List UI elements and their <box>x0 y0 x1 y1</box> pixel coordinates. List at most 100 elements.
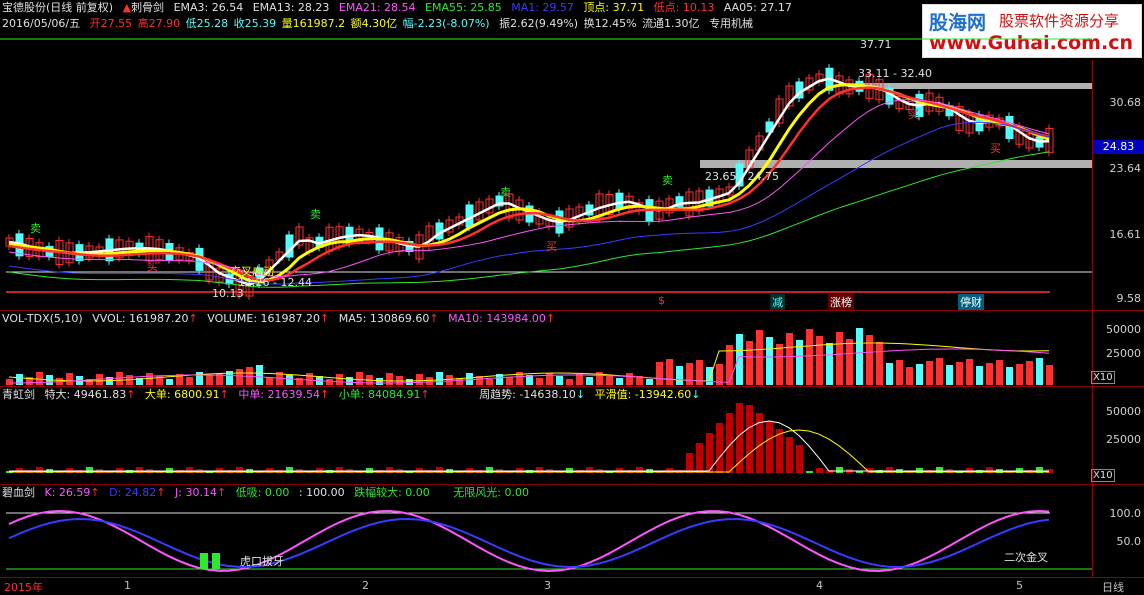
aa05-value: AA05: 27.17 <box>723 1 792 14</box>
cross-start-label: 交叉启动 <box>230 265 274 278</box>
volume-bar <box>756 330 763 385</box>
volume-bar <box>326 379 333 385</box>
volume-bar <box>436 372 443 385</box>
period-label[interactable]: 日线 <box>1102 579 1124 595</box>
volume-bar <box>336 374 343 385</box>
volume-bar <box>376 378 383 385</box>
low-value: 低点: 10.13 <box>653 1 715 14</box>
month-label: 1 <box>124 579 131 592</box>
flow-trend-line <box>9 420 1049 472</box>
flow-chart[interactable] <box>0 387 1092 485</box>
volume-bar <box>66 373 73 385</box>
volume-bar <box>926 361 933 385</box>
volume-bar <box>576 374 583 385</box>
flow-bar <box>796 445 803 473</box>
price-axis: 30.68 23.64 16.61 9.58 24.83 <box>1092 60 1144 310</box>
logo-name: 股海网 <box>929 12 987 34</box>
candle-body <box>615 192 624 210</box>
flow-bar <box>716 423 723 473</box>
flow-bar <box>746 405 753 473</box>
flow-bar <box>696 443 703 473</box>
kdj-j-line <box>8 509 1050 572</box>
vol-tick: 50000 <box>1106 323 1141 336</box>
volume-axis: 50000 25000 X10 <box>1091 310 1144 387</box>
volume-bar <box>706 367 713 385</box>
volume-panel[interactable]: VOL-TDX(5,10) VVOL: 161987.20↑ VOLUME: 1… <box>0 310 1092 387</box>
volume-bar <box>786 333 793 385</box>
volume-bar <box>466 373 473 385</box>
quote-date: 2016/05/06/五 <box>2 17 81 30</box>
event-dollar[interactable]: $ <box>656 294 667 307</box>
flow-panel[interactable]: 青虹剑 特大: 49461.83↑ 大单: 6800.91↑ 中单: 21639… <box>0 386 1092 485</box>
kdj-chart[interactable] <box>0 485 1092 578</box>
sell-signal-4: 卖 <box>662 174 673 187</box>
volume-bar <box>816 336 823 385</box>
flow-bar <box>816 468 823 473</box>
current-price-tag: 24.83 <box>1093 140 1144 154</box>
kdj-tick: 50.0 <box>1116 535 1142 548</box>
indicator-name[interactable]: 刺骨剑 <box>131 1 164 14</box>
volume-bar <box>936 358 943 385</box>
volume-bar <box>236 369 243 385</box>
indicator-header: 宝德股份(日线 前复权) ▲刺骨剑 EMA3: 26.54 EMA13: 28.… <box>2 0 798 16</box>
sell-signal-3: 卖 <box>500 186 511 199</box>
event-suspend[interactable]: 停财 <box>958 294 984 310</box>
volume-bar <box>306 373 313 385</box>
flow-bar <box>806 471 813 473</box>
volume-bar <box>976 366 983 385</box>
ema55-value: EMA55: 25.85 <box>425 1 502 14</box>
price-tick: 30.68 <box>1109 96 1142 109</box>
volume-bar <box>846 339 853 385</box>
flow-bar <box>836 467 843 473</box>
volume-bar <box>656 362 663 385</box>
volume-bar <box>506 377 513 385</box>
volume-bar <box>836 332 843 385</box>
ema13-value: EMA13: 28.23 <box>252 1 330 14</box>
volume-bar <box>996 360 1003 385</box>
flow-unit: X10 <box>1091 469 1115 482</box>
volume-bar <box>806 329 813 385</box>
event-rank[interactable]: 涨榜 <box>828 294 854 310</box>
volume-bar <box>566 379 573 385</box>
volume-bar <box>986 363 993 385</box>
volume-bar <box>146 373 153 385</box>
support-band <box>700 160 1092 168</box>
ma1-value: MA1: 29.57 <box>511 1 574 14</box>
volume-bar <box>556 376 563 385</box>
quote-swing: 振2.62(9.49%) <box>499 17 579 30</box>
volume-bar <box>1046 365 1053 385</box>
tiger-label: 虎口拔牙 <box>240 555 284 568</box>
buy-signal-3: 买 <box>908 108 919 121</box>
logo-slogan: 股票软件资源分享 <box>999 12 1120 30</box>
volume-bar <box>676 366 683 385</box>
volume-bar <box>586 377 593 385</box>
top-price-label: 37.71 <box>860 38 892 51</box>
volume-chart[interactable] <box>0 311 1092 387</box>
kdj-d-line <box>8 518 1050 568</box>
price-tick: 23.64 <box>1109 162 1142 175</box>
volume-bar <box>626 373 633 385</box>
event-reduce[interactable]: 减 <box>770 294 785 310</box>
stock-title[interactable]: 宝德股份(日线 前复权) <box>2 1 113 14</box>
quote-sector: 专用机械 <box>709 17 754 30</box>
price-panel[interactable]: 37.71 33.11 - 32.40 23.65 - 24.75 12.26 … <box>0 36 1092 310</box>
flow-tick: 50000 <box>1106 405 1141 418</box>
volume-bar <box>256 365 263 385</box>
volume-bar <box>946 365 953 385</box>
volume-bar <box>876 342 883 385</box>
ema21-value: EMA21: 28.54 <box>338 1 416 14</box>
quote-open: 开27.55 <box>89 17 133 30</box>
indicator-arrow-icon: ▲ <box>122 1 132 14</box>
quote-volume: 量161987.2 <box>281 17 346 30</box>
flow-tick: 25000 <box>1106 433 1141 446</box>
volume-bar <box>906 367 913 385</box>
flow-axis: 50000 25000 X10 <box>1091 386 1144 485</box>
volume-bar <box>346 377 353 385</box>
quote-high: 高27.90 <box>137 17 181 30</box>
kdj-tick: 100.0 <box>1109 507 1142 520</box>
buy-signal-2: 买 <box>546 240 557 253</box>
volume-bar <box>746 341 753 385</box>
volume-bar <box>446 375 453 385</box>
volume-bar <box>866 335 873 385</box>
kdj-panel[interactable]: 碧血剑 K: 26.59↑ D: 24.82↑ J: 30.14↑ 低吸: 0.… <box>0 484 1092 578</box>
